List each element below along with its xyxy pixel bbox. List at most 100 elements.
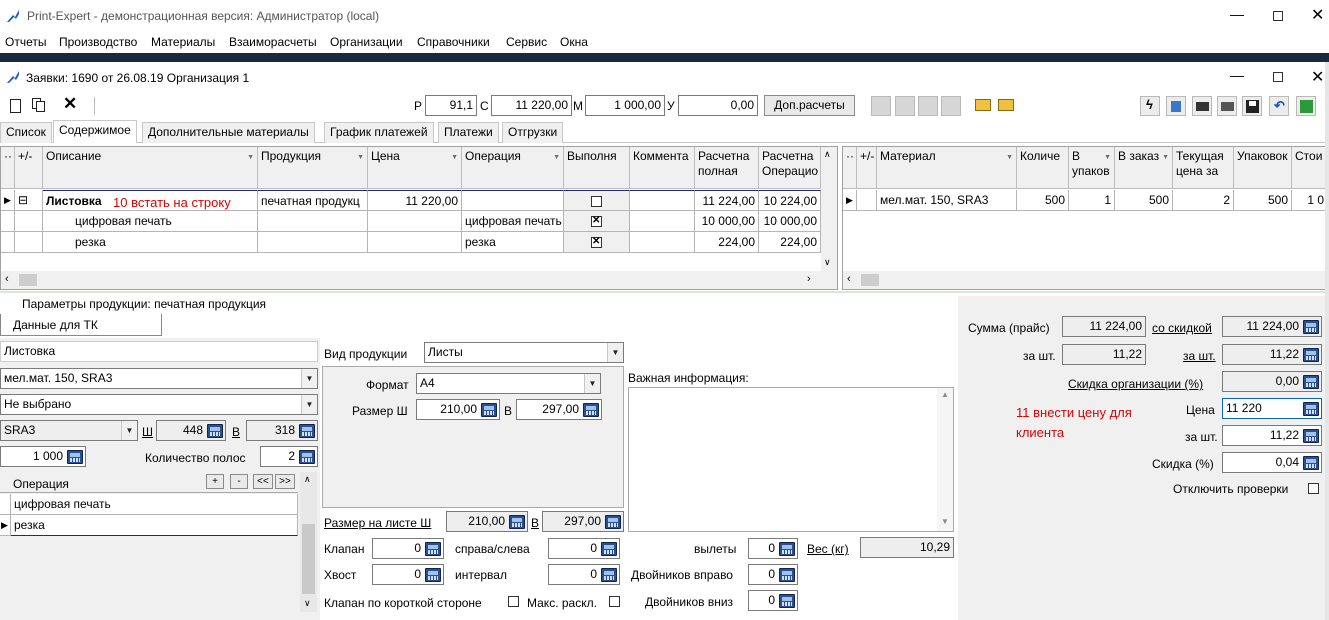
org-discount-field[interactable]: 0,00 <box>1222 371 1322 392</box>
material-select[interactable]: мел.мат. 150, SRA3 ▼ <box>0 368 318 389</box>
strips-field[interactable]: 2 <box>260 446 318 467</box>
ops-last-button[interactable]: >> <box>275 474 295 489</box>
binoculars-filter-icon[interactable] <box>1192 96 1212 116</box>
chevron-down-icon[interactable]: ▼ <box>301 369 317 388</box>
cell-operation[interactable]: цифровая печать <box>462 211 564 232</box>
child-maximize-icon[interactable] <box>1273 72 1283 82</box>
size-w-field[interactable]: 210,00 <box>416 399 500 420</box>
calculator-icon[interactable] <box>779 568 795 582</box>
cell-cost[interactable]: 1 0 <box>1292 190 1328 211</box>
lightning-icon[interactable]: ϟ <box>1140 96 1160 116</box>
folder-icon[interactable] <box>998 99 1014 111</box>
c-field[interactable]: 11 220,00 <box>491 95 572 116</box>
col-comment[interactable]: Коммента <box>630 147 695 189</box>
option-select[interactable]: Не выбрано ▼ <box>0 394 318 415</box>
calculator-icon[interactable] <box>207 424 223 438</box>
cell-packs[interactable]: 500 <box>1234 190 1292 211</box>
nav-last-icon[interactable] <box>941 96 961 116</box>
p-field[interactable]: 91,1 <box>425 95 477 116</box>
edit-icon[interactable] <box>1166 96 1186 116</box>
product-name-field[interactable]: Листовка <box>0 341 318 362</box>
copy-icon[interactable] <box>32 98 46 112</box>
binoculars-icon[interactable] <box>1217 96 1237 116</box>
sheet-w-field[interactable]: 210,00 <box>446 511 528 532</box>
short-side-checkbox[interactable] <box>508 596 519 607</box>
calculator-icon[interactable] <box>1303 348 1319 362</box>
cell-product[interactable]: печатная продукц <box>258 190 368 211</box>
calculator-icon[interactable] <box>67 450 83 464</box>
col-toggle[interactable]: +/- <box>15 147 43 189</box>
scroll-left-icon[interactable]: ‹ <box>5 273 9 285</box>
calculator-icon[interactable] <box>481 403 497 417</box>
u-field[interactable]: 0,00 <box>678 95 758 116</box>
scroll-up-icon[interactable]: ▲ <box>941 390 949 399</box>
discount-field[interactable]: 11 224,00 <box>1222 316 1322 337</box>
col-in-order[interactable]: В заказ ▼ <box>1115 147 1173 189</box>
cell-done[interactable] <box>564 232 630 253</box>
ops-row[interactable]: цифровая печать <box>11 494 298 515</box>
chevron-down-icon[interactable]: ▼ <box>121 421 137 440</box>
cell-in-pack[interactable]: 1 <box>1069 190 1115 211</box>
chevron-down-icon[interactable]: ▼ <box>301 395 317 414</box>
calculator-icon[interactable] <box>601 542 617 556</box>
menu-organizations[interactable]: Организации <box>330 35 403 49</box>
row-expand-toggle[interactable]: ⊟ <box>15 190 43 211</box>
tab-list[interactable]: Список <box>0 122 52 143</box>
cell-price[interactable]: 11 220,00 <box>368 190 462 211</box>
per-pc2-label[interactable]: за шт. <box>1183 349 1216 363</box>
sheet-size-label[interactable]: Размер на листе Ш <box>324 516 431 530</box>
menu-windows[interactable]: Окна <box>560 35 588 49</box>
scroll-down-icon[interactable]: ∨ <box>304 598 311 609</box>
interval-field[interactable]: 0 <box>548 564 620 585</box>
tab-payment-schedule[interactable]: График платежей <box>324 122 434 143</box>
w-field[interactable]: 448 <box>156 420 226 441</box>
nav-down-icon[interactable] <box>918 96 938 116</box>
calculator-icon[interactable] <box>1303 402 1319 416</box>
menu-production[interactable]: Производство <box>59 35 137 49</box>
cell-price[interactable] <box>368 211 462 232</box>
nav-up-icon[interactable] <box>895 96 915 116</box>
qty-field[interactable]: 1 000 <box>0 446 86 467</box>
important-textarea[interactable]: ▲ ▼ <box>628 387 954 532</box>
col-product[interactable]: Продукция ▼ <box>258 147 368 189</box>
cell-operation[interactable]: резка <box>462 232 564 253</box>
menu-settlements[interactable]: Взаиморасчеты <box>229 35 317 49</box>
tk-tab[interactable]: Данные для ТК <box>13 318 98 332</box>
scroll-up-icon[interactable]: ∧ <box>824 149 831 160</box>
col-in-pack[interactable]: В упаков ▼ <box>1069 147 1115 189</box>
tab-additional-materials[interactable]: Дополнительные материалы <box>142 122 315 143</box>
ops-row[interactable]: резка <box>11 515 298 536</box>
cell-calc-op[interactable]: 10 000,00 <box>759 211 821 232</box>
cell-current-price[interactable]: 2 <box>1173 190 1234 211</box>
weight-label[interactable]: Вес (кг) <box>807 542 849 556</box>
menu-reports[interactable]: Отчеты <box>5 35 46 49</box>
nav-first-icon[interactable] <box>871 96 891 116</box>
new-doc-icon[interactable] <box>10 99 21 113</box>
ops-remove-button[interactable]: - <box>230 474 248 489</box>
calculator-icon[interactable] <box>1303 456 1319 470</box>
cell-in-order[interactable]: 500 <box>1115 190 1173 211</box>
calculator-icon[interactable] <box>1303 375 1319 389</box>
delete-icon[interactable]: ✕ <box>63 94 77 114</box>
cell-desc[interactable]: цифровая печать <box>43 211 258 232</box>
tab-contents[interactable]: Содержимое <box>53 120 137 143</box>
cell-comment[interactable] <box>630 211 695 232</box>
scroll-thumb[interactable] <box>861 274 879 286</box>
minimize-icon[interactable]: — <box>1230 6 1244 22</box>
h-label[interactable]: В <box>232 425 240 439</box>
max-layout-checkbox[interactable] <box>609 596 620 607</box>
sheet-h-field[interactable]: 297,00 <box>542 511 624 532</box>
col-cost[interactable]: Стои <box>1292 147 1328 189</box>
per-pc-field[interactable]: 11,22 <box>1062 344 1146 365</box>
close-icon[interactable]: ✕ <box>1311 5 1324 25</box>
size-h-field[interactable]: 297,00 <box>516 399 602 420</box>
col-calc-full[interactable]: Расчетна полная <box>695 147 759 189</box>
sheet-h-label[interactable]: В <box>531 516 539 530</box>
tab-payments[interactable]: Платежи <box>438 122 499 143</box>
calculator-icon[interactable] <box>605 515 621 529</box>
cell-calc-op[interactable]: 10 224,00 <box>759 190 821 211</box>
weight-field[interactable]: 10,29 <box>860 537 954 558</box>
twins-down-field[interactable]: 0 <box>748 590 798 611</box>
calculator-icon[interactable] <box>509 515 525 529</box>
horizontal-scrollbar[interactable]: ‹ › <box>1 271 837 289</box>
